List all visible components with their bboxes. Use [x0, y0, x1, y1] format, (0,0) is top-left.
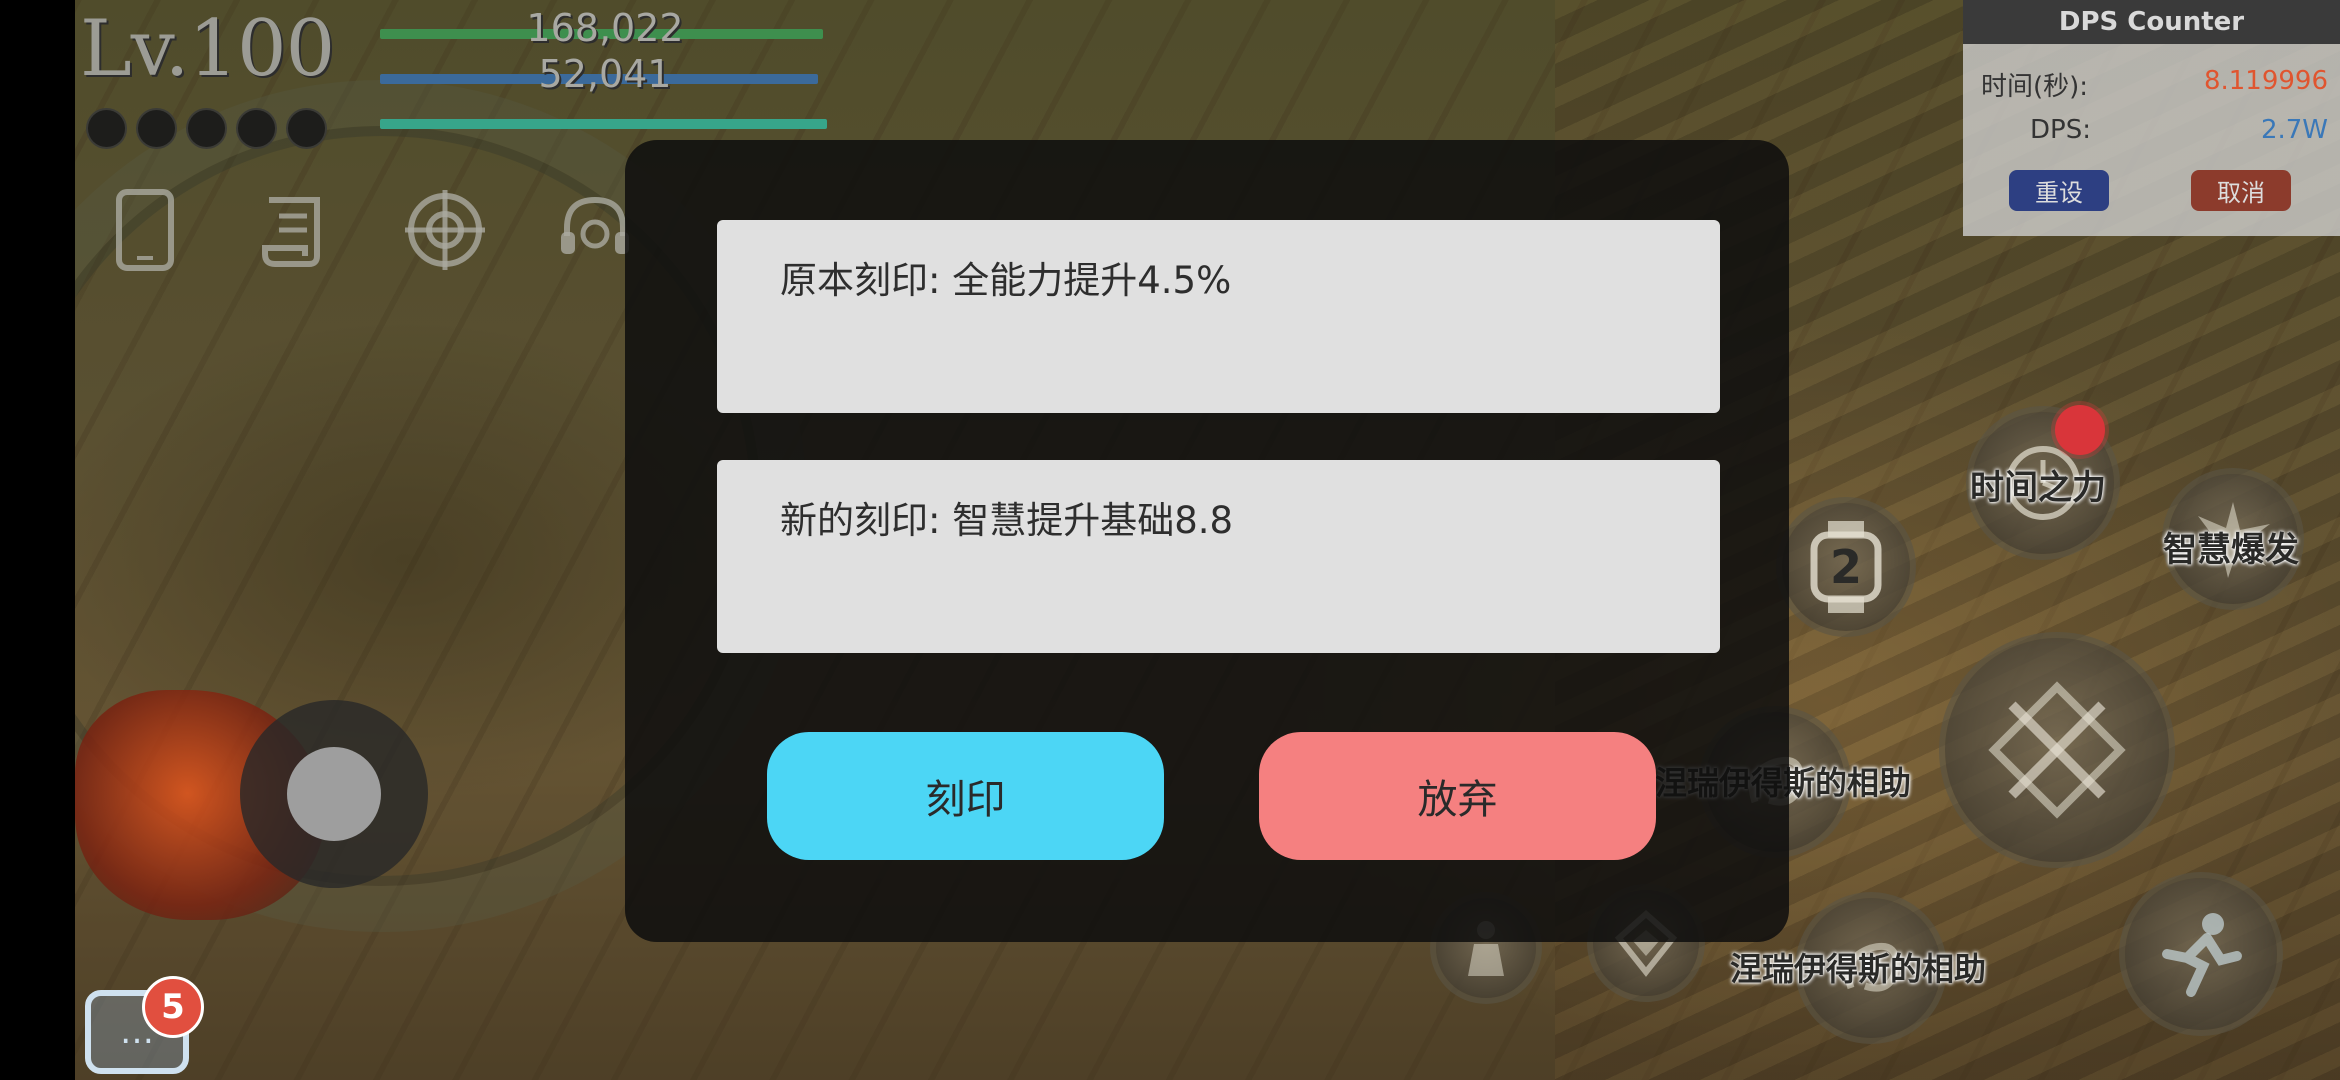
- crossed-swords-icon: [1988, 681, 2126, 819]
- mp-value: 52,041: [538, 52, 672, 96]
- xp-bar: [380, 119, 827, 129]
- abandon-button[interactable]: 放弃: [1259, 732, 1656, 860]
- hp-value: 168,022: [526, 6, 684, 50]
- scroll-icon[interactable]: [250, 185, 340, 275]
- chat-unread-badge: 5: [142, 976, 204, 1038]
- dps-time-label: 时间(秒):: [1981, 72, 2089, 102]
- time-power-label: 时间之力: [1970, 468, 2106, 508]
- status-pip: [88, 110, 125, 147]
- original-inscription-box: 原本刻印: 全能力提升4.5%: [717, 220, 1720, 413]
- watch-number: 2: [1829, 540, 1862, 594]
- player-level: Lv.100: [80, 4, 335, 94]
- nereid-aid-label-2: 涅瑞伊得斯的相助: [1730, 950, 1987, 988]
- original-inscription-text: 原本刻印: 全能力提升4.5%: [780, 259, 1232, 302]
- main-attack-button[interactable]: [1945, 638, 2169, 862]
- dps-counter-panel: DPS Counter 时间(秒): 8.119996 DPS: 2.7W 重设…: [1963, 0, 2340, 236]
- status-pip: [188, 110, 225, 147]
- wisdom-burst-label: 智慧爆发: [2163, 530, 2299, 570]
- dps-counter-title[interactable]: DPS Counter: [1963, 0, 2340, 44]
- running-figure-icon: [2162, 913, 2242, 997]
- status-pip: [288, 110, 325, 147]
- dps-cancel-button[interactable]: 取消: [2191, 170, 2291, 211]
- dps-time-value: 8.119996: [2203, 66, 2328, 96]
- dps-time-row: 时间(秒): 8.119996: [1963, 66, 2340, 106]
- dps-reset-button[interactable]: 重设: [2009, 170, 2109, 211]
- dps-value: 2.7W: [2260, 115, 2328, 145]
- new-inscription-text: 新的刻印: 智慧提升基础8.8: [780, 499, 1234, 542]
- recording-indicator: [2055, 405, 2105, 455]
- status-pip: [238, 110, 275, 147]
- dash-skill-button[interactable]: [2125, 878, 2277, 1030]
- dps-value-row: DPS: 2.7W: [1963, 115, 2340, 155]
- new-inscription-box: 新的刻印: 智慧提升基础8.8: [717, 460, 1720, 653]
- inscription-dialog: 原本刻印: 全能力提升4.5% 新的刻印: 智慧提升基础8.8 刻印 放弃: [625, 140, 1789, 942]
- joystick-knob[interactable]: [287, 747, 381, 841]
- target-icon[interactable]: [400, 185, 490, 275]
- status-pips: [88, 110, 325, 147]
- status-pip: [138, 110, 175, 147]
- watch-skill-button[interactable]: 2: [1782, 503, 1910, 631]
- phone-icon[interactable]: [100, 185, 190, 275]
- engrave-button[interactable]: 刻印: [767, 732, 1164, 860]
- dps-label: DPS:: [2030, 115, 2091, 145]
